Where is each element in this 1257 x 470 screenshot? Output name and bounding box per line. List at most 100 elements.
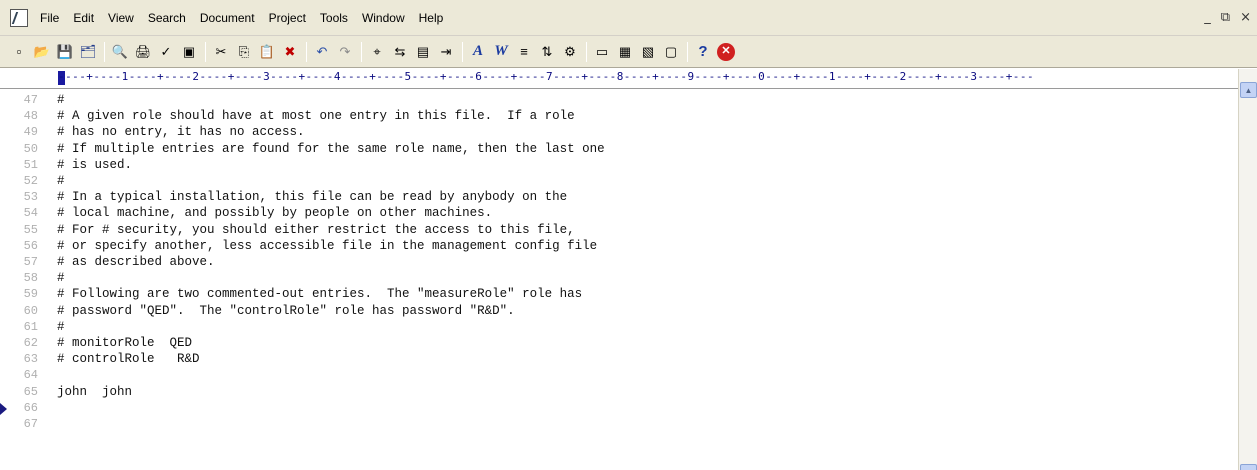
- line-text[interactable]: # For # security, you should either rest…: [57, 223, 575, 237]
- print-preview-icon[interactable]: 🔍: [111, 43, 129, 61]
- menu-edit[interactable]: Edit: [67, 11, 100, 25]
- menu-project[interactable]: Project: [263, 11, 312, 25]
- line-number: 50: [23, 141, 38, 156]
- editor-line[interactable]: 47 #: [0, 93, 1238, 109]
- line-number: 66: [23, 400, 38, 415]
- replace-icon[interactable]: ⇆: [391, 43, 409, 61]
- menu-help[interactable]: Help: [413, 11, 450, 25]
- undo-icon[interactable]: ↶: [313, 43, 331, 61]
- line-text[interactable]: # Following are two commented-out entrie…: [57, 287, 582, 301]
- align-icon[interactable]: ≡: [515, 43, 533, 61]
- line-text[interactable]: # local machine, and possibly by people …: [57, 206, 492, 220]
- line-text[interactable]: #: [57, 320, 65, 334]
- menu-tools[interactable]: Tools: [314, 11, 354, 25]
- toolbar-separator: [361, 41, 362, 62]
- line-number: 65: [23, 384, 38, 399]
- find-icon[interactable]: ⌖: [368, 43, 386, 61]
- line-number: 62: [23, 336, 38, 350]
- editor-line[interactable]: 51 # is used.: [0, 158, 1238, 174]
- close-icon[interactable]: ×: [1240, 10, 1251, 25]
- sort-icon[interactable]: ⇅: [538, 43, 556, 61]
- line-text[interactable]: #: [57, 93, 65, 107]
- editor-line[interactable]: 67: [0, 417, 1238, 433]
- menu-view[interactable]: View: [102, 11, 140, 25]
- context-help-icon[interactable]: ?: [694, 43, 712, 61]
- properties-icon[interactable]: ▣: [180, 43, 198, 61]
- scroll-up-arrow-icon[interactable]: ▲: [1240, 82, 1257, 98]
- word-wrap-icon[interactable]: W: [492, 43, 510, 61]
- line-text[interactable]: # has no entry, it has no access.: [57, 125, 305, 139]
- view-c-icon[interactable]: ▧: [639, 43, 657, 61]
- editor-line[interactable]: 66: [0, 401, 1238, 417]
- editor-line[interactable]: 53 # In a typical installation, this file…: [0, 190, 1238, 206]
- line-number: 54: [23, 206, 38, 221]
- minimize-icon[interactable]: _: [1204, 10, 1211, 25]
- line-text[interactable]: john john: [57, 385, 132, 399]
- editor-line[interactable]: 61 #: [0, 320, 1238, 336]
- indent-icon[interactable]: ⇥: [437, 43, 455, 61]
- font-icon[interactable]: A: [469, 43, 487, 61]
- app-icon[interactable]: [10, 8, 28, 27]
- line-text[interactable]: # In a typical installation, this file c…: [57, 190, 567, 204]
- copy-icon[interactable]: ⎘: [235, 43, 253, 61]
- line-text[interactable]: # monitorRole QED: [57, 336, 192, 350]
- line-number: 64: [23, 368, 38, 383]
- spellcheck-icon[interactable]: ✓: [157, 43, 175, 61]
- editor-line[interactable]: 60 # password "QED". The "controlRole" ro…: [0, 304, 1238, 320]
- view-d-icon[interactable]: ▢: [662, 43, 680, 61]
- print-icon[interactable]: 🖨: [134, 43, 152, 61]
- line-text[interactable]: #: [57, 271, 65, 285]
- save-all-icon[interactable]: 🗂: [79, 43, 97, 61]
- open-folder-icon[interactable]: 📂: [33, 43, 51, 61]
- line-text[interactable]: #: [57, 174, 65, 188]
- line-number: 61: [23, 319, 38, 334]
- new-file-icon[interactable]: ▫: [10, 43, 28, 61]
- line-number: 48: [23, 109, 38, 124]
- toolbar-separator: [104, 41, 105, 62]
- line-text[interactable]: # is used.: [57, 158, 132, 172]
- vertical-scrollbar[interactable]: ▲: [1238, 69, 1257, 470]
- editor-line[interactable]: 65 john john: [0, 385, 1238, 401]
- menu-window[interactable]: Window: [356, 11, 411, 25]
- view-b-icon[interactable]: ▦: [616, 43, 634, 61]
- scroll-down-button[interactable]: [1240, 464, 1257, 470]
- toolbar-separator: [205, 41, 206, 62]
- menu-search[interactable]: Search: [142, 11, 192, 25]
- editor-line[interactable]: 62 # monitorRole QED: [0, 336, 1238, 352]
- editor-line[interactable]: 64: [0, 368, 1238, 384]
- editor-line[interactable]: 58 #: [0, 271, 1238, 287]
- toolbar-separator: [687, 41, 688, 62]
- cut-icon[interactable]: ✂: [212, 43, 230, 61]
- line-number: 56: [23, 238, 38, 253]
- stop-icon[interactable]: ✕: [717, 42, 735, 61]
- editor-line[interactable]: 48 # A given role should have at most one…: [0, 109, 1238, 125]
- paste-icon[interactable]: 📋: [258, 43, 276, 61]
- line-number: 52: [23, 174, 38, 188]
- editor-line[interactable]: 59 # Following are two commented-out entr…: [0, 287, 1238, 303]
- editor-line[interactable]: 55 # For # security, you should either re…: [0, 223, 1238, 239]
- editor-line[interactable]: 63 # controlRole R&D: [0, 352, 1238, 368]
- editor-line[interactable]: 54 # local machine, and possibly by peopl…: [0, 206, 1238, 222]
- save-icon[interactable]: 💾: [56, 43, 74, 61]
- line-text[interactable]: # as described above.: [57, 255, 215, 269]
- editor-line[interactable]: 56 # or specify another, less accessible …: [0, 239, 1238, 255]
- line-text[interactable]: # If multiple entries are found for the …: [57, 142, 605, 156]
- redo-icon[interactable]: ↷: [336, 43, 354, 61]
- delete-icon[interactable]: ✖: [281, 43, 299, 61]
- document-icon[interactable]: ▤: [414, 43, 432, 61]
- line-text[interactable]: # controlRole R&D: [57, 352, 200, 366]
- editor-line[interactable]: 52 #: [0, 174, 1238, 190]
- menu-document[interactable]: Document: [194, 11, 261, 25]
- editor-line[interactable]: 50 # If multiple entries are found for th…: [0, 142, 1238, 158]
- line-text[interactable]: # or specify another, less accessible fi…: [57, 239, 597, 253]
- editor-line[interactable]: 49 # has no entry, it has no access.: [0, 125, 1238, 141]
- toolbox-icon[interactable]: ⚙: [561, 43, 579, 61]
- line-text[interactable]: # password "QED". The "controlRole" role…: [57, 304, 515, 318]
- text-editor[interactable]: 47 #48 # A given role should have at most …: [0, 89, 1238, 470]
- menu-file[interactable]: File: [34, 11, 65, 25]
- line-text[interactable]: # A given role should have at most one e…: [57, 109, 575, 123]
- view-a-icon[interactable]: ▭: [593, 43, 611, 61]
- restore-icon[interactable]: ⧉: [1221, 10, 1230, 25]
- toolbar-separator: [306, 41, 307, 62]
- editor-line[interactable]: 57 # as described above.: [0, 255, 1238, 271]
